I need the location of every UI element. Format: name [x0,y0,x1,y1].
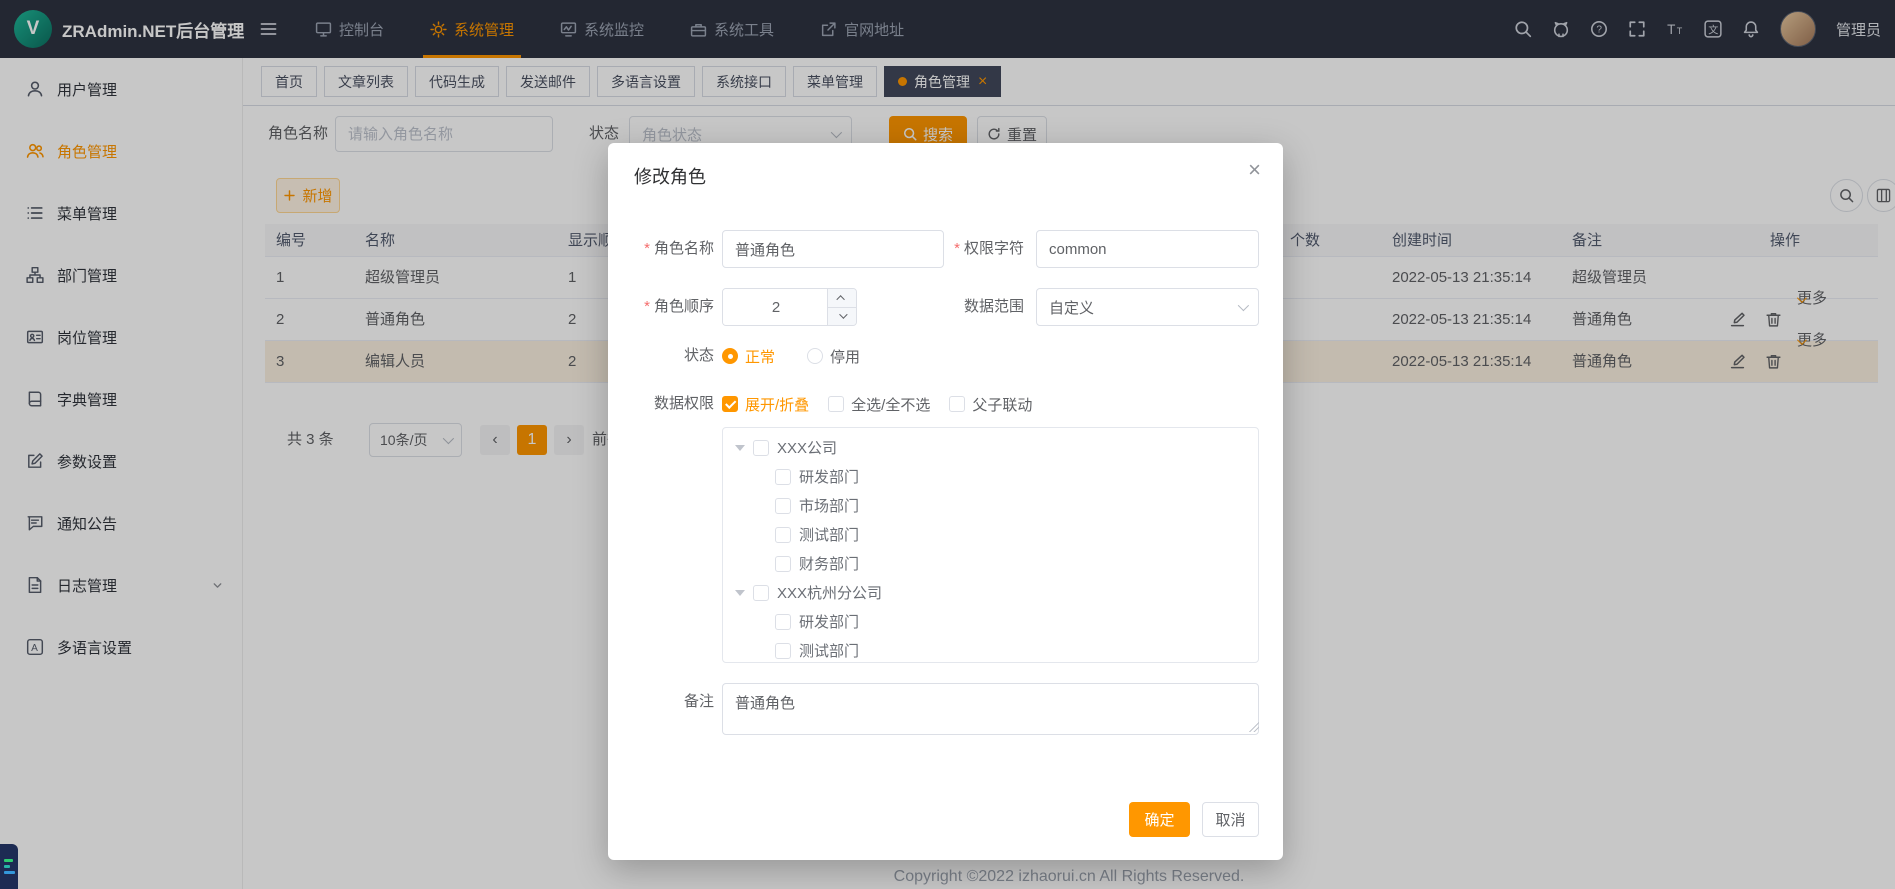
data-scope-label: 数据范围 [918,288,1024,326]
checkbox-parent-child-link[interactable]: 父子联动 [949,394,1032,415]
checkbox-icon[interactable] [775,469,791,485]
corner-widget[interactable] [0,844,18,889]
decrease-button[interactable] [828,308,856,326]
checkbox-icon[interactable] [775,498,791,514]
checkbox-expand-collapse[interactable]: 展开/折叠 [722,394,809,415]
role-name-label: * 角色名称 [608,230,714,268]
checkbox-icon[interactable] [775,556,791,572]
checkbox-icon [828,396,844,412]
checkbox-checked-icon [722,396,738,412]
tree-node[interactable]: XXX公司 [723,433,1258,462]
checkbox-icon[interactable] [753,585,769,601]
radio-icon [807,348,823,364]
checkbox-select-all[interactable]: 全选/全不选 [828,394,930,415]
role-sort-label: * 角色顺序 [608,288,714,326]
bar [4,859,13,862]
caret-down-icon[interactable] [735,445,745,451]
radio-status-disabled[interactable]: 停用 [807,346,860,367]
tree-node[interactable]: 测试部门 [723,636,1258,663]
status-label: 状态 [608,341,714,371]
stepper-controls [827,289,856,325]
checkbox-icon [949,396,965,412]
chevron-down-icon [839,311,847,319]
status-radio-group: 正常 停用 [722,341,860,371]
data-perm-label: 数据权限 [608,389,714,419]
required-mark: * [954,230,960,268]
role-sort-stepper [722,288,857,326]
permission-tree: XXX公司 研发部门 市场部门 测试部门 财务部门 XXX杭州分公司 研发部门 [722,427,1259,663]
tree-node[interactable]: 研发部门 [723,462,1258,491]
tree-node[interactable]: 研发部门 [723,607,1258,636]
chevron-down-icon [1238,300,1249,311]
dialog-title: 修改角色 [634,163,706,189]
remark-textarea[interactable]: 普通角色 [722,683,1259,735]
chevron-up-icon [836,295,844,303]
bar [4,871,15,874]
checkbox-icon[interactable] [753,440,769,456]
required-mark: * [644,288,650,326]
role-sort-input[interactable] [723,289,829,325]
role-key-label: * 权限字符 [918,230,1024,268]
checkbox-icon[interactable] [775,614,791,630]
caret-down-icon[interactable] [735,590,745,596]
dialog-role-name-input[interactable] [722,230,944,268]
tree-node[interactable]: XXX杭州分公司 [723,578,1258,607]
edit-role-dialog: 修改角色 × * 角色名称 * 权限字符 * 角色顺序 数据范围 自定义 状态 … [608,143,1283,860]
bar [4,865,10,868]
dialog-role-key-input[interactable] [1036,230,1259,268]
close-icon[interactable]: × [1248,159,1261,181]
tree-node[interactable]: 测试部门 [723,520,1258,549]
tree-node[interactable]: 财务部门 [723,549,1258,578]
increase-button[interactable] [828,289,856,308]
radio-status-normal[interactable]: 正常 [722,346,775,367]
required-mark: * [644,230,650,268]
remark-label: 备注 [608,683,714,721]
data-perm-options: 展开/折叠 全选/全不选 父子联动 [722,389,1032,419]
tree-node[interactable]: 市场部门 [723,491,1258,520]
radio-checked-icon [722,348,738,364]
checkbox-icon[interactable] [775,643,791,659]
checkbox-icon[interactable] [775,527,791,543]
cancel-button[interactable]: 取消 [1202,802,1259,837]
confirm-button[interactable]: 确定 [1129,802,1190,837]
data-scope-select[interactable]: 自定义 [1036,288,1259,326]
